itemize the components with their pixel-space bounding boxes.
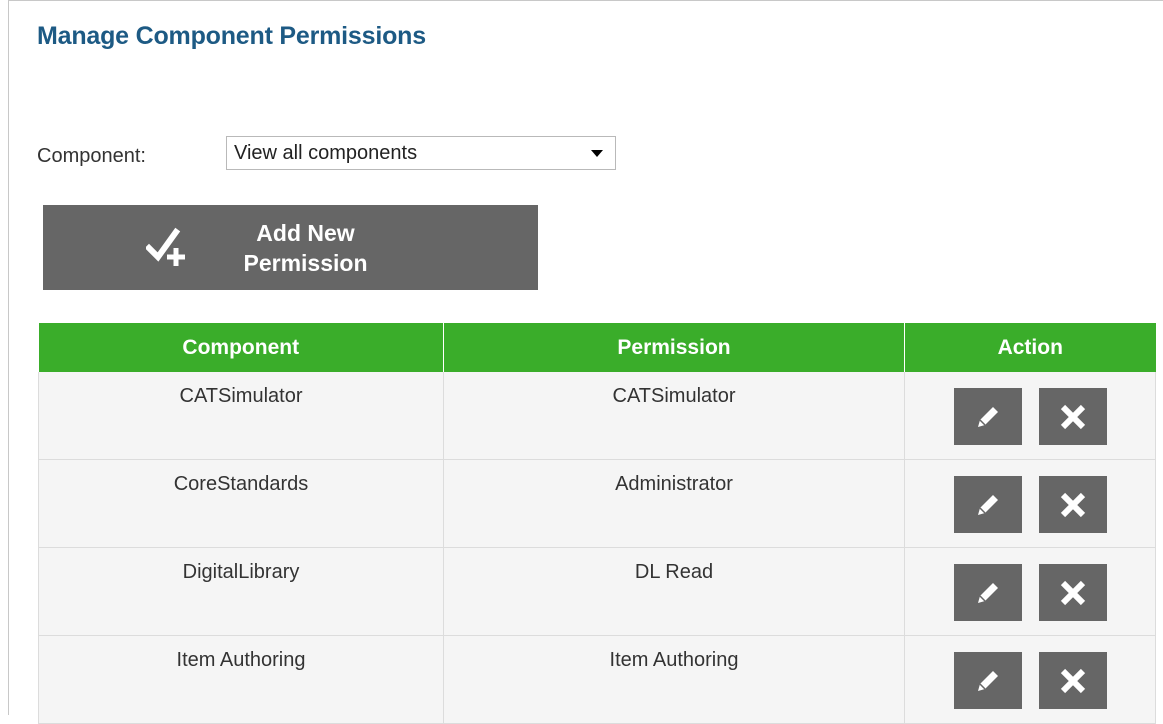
page-title: Manage Component Permissions [37,22,426,50]
component-name: Item Authoring [176,649,306,671]
action-cell [904,635,1156,724]
edit-button[interactable] [953,476,1022,533]
component-name: DigitalLibrary [182,561,300,583]
permission-name: Administrator [615,473,733,495]
table-row: CoreStandards Administrator [38,459,1156,548]
check-plus-icon [145,227,185,266]
component-name: CATSimulator [179,385,303,407]
column-header-action: Action [904,323,1156,372]
delete-button[interactable] [1038,564,1107,621]
permission-cell: CATSimulator [443,372,905,460]
component-select-value: View all components [234,141,418,164]
component-name: CoreStandards [173,473,309,495]
table-row: DigitalLibrary DL Read [38,547,1156,636]
action-cell [904,372,1156,460]
table-header-row: Component Permission Action [38,323,1156,372]
edit-button[interactable] [953,652,1022,709]
permission-name: Item Authoring [609,649,739,671]
table-row: CATSimulator CATSimulator [38,372,1156,460]
delete-icon [1060,668,1085,693]
component-cell: CATSimulator [38,372,444,460]
edit-icon [977,406,998,427]
component-cell: CoreStandards [38,459,444,548]
add-new-permission-label: Add New Permission [243,219,368,276]
action-cell [904,459,1156,548]
permission-name: DL Read [634,561,714,583]
action-cell [904,547,1156,636]
delete-button[interactable] [1038,388,1107,445]
component-cell: Item Authoring [38,635,444,724]
edit-icon [977,582,998,603]
component-select[interactable]: View all components [226,136,616,170]
delete-icon [1060,492,1085,517]
edit-button[interactable] [953,564,1022,621]
column-header-component[interactable]: Component [38,323,444,372]
edit-icon [977,494,998,515]
permission-cell: DL Read [443,547,905,636]
delete-button[interactable] [1038,652,1107,709]
delete-icon [1060,404,1085,429]
permission-cell: Item Authoring [443,635,905,724]
permission-name: CATSimulator [612,385,736,407]
table-row: Item Authoring Item Authoring [38,635,1156,724]
delete-icon [1060,580,1085,605]
edit-button[interactable] [953,388,1022,445]
edit-icon [977,670,998,691]
add-new-permission-button[interactable]: Add New Permission [43,205,538,290]
component-filter-label: Component: [37,145,146,167]
permission-cell: Administrator [443,459,905,548]
chevron-down-icon [591,149,603,157]
component-cell: DigitalLibrary [38,547,444,636]
column-header-permission[interactable]: Permission [443,323,905,372]
delete-button[interactable] [1038,476,1107,533]
permissions-table: Component Permission Action CATSimulator… [38,323,1156,724]
